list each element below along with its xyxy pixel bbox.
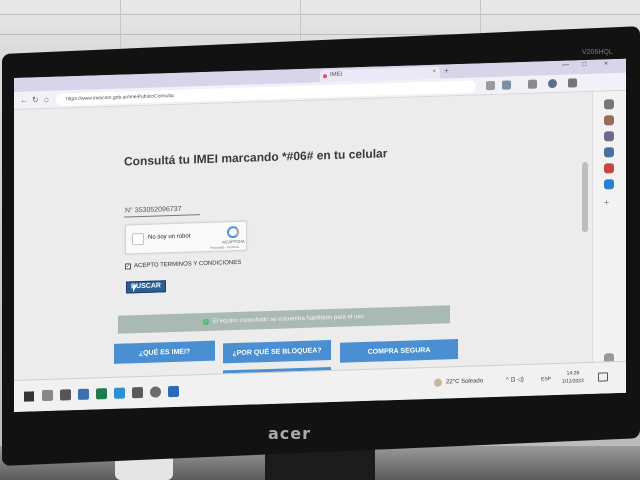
weather-sun-icon xyxy=(434,378,442,387)
language-indicator[interactable]: ESP xyxy=(541,376,551,382)
page-content: Consultá tu IMEI marcando *#06# en tu ce… xyxy=(14,91,592,391)
app-icon[interactable] xyxy=(150,386,161,398)
minimize-button[interactable]: — xyxy=(562,62,569,69)
search-icon[interactable] xyxy=(42,389,53,402)
edge-icon[interactable] xyxy=(114,387,125,399)
recaptcha-widget: No soy un robot reCAPTCHA Privacidad - T… xyxy=(125,220,247,255)
profile-icon[interactable] xyxy=(548,78,557,89)
check-circle-icon: ✓ xyxy=(202,318,209,326)
search-icon[interactable] xyxy=(604,99,614,110)
recaptcha-checkbox[interactable] xyxy=(132,232,144,246)
tab-title: IMEI xyxy=(330,71,343,79)
menu-icon[interactable] xyxy=(568,78,577,88)
monitor-model-label: V206HQL xyxy=(582,49,613,56)
close-window-button[interactable]: × xyxy=(604,60,608,67)
terms-label[interactable]: ACEPTO TERMINOS Y CONDICIONES xyxy=(134,260,241,269)
close-tab-icon[interactable]: × xyxy=(432,69,436,75)
monitor-screen: IMEI × + — □ × ← ↻ ⌂ https://www.imeicom… xyxy=(14,58,626,413)
weather-text: 22°C Soleado xyxy=(446,378,484,386)
terms-checkbox[interactable]: ✓ xyxy=(125,263,131,270)
weather-widget[interactable]: 22°C Soleado xyxy=(434,377,483,387)
app-icon[interactable] xyxy=(168,385,179,398)
shopping-icon[interactable] xyxy=(604,115,614,126)
safe-purchase-button[interactable]: COMPRA SEGURA xyxy=(340,339,458,363)
reader-icon[interactable] xyxy=(486,80,495,91)
back-icon[interactable]: ← xyxy=(20,96,28,105)
games-icon[interactable] xyxy=(604,147,614,158)
task-view-icon[interactable] xyxy=(60,389,71,401)
ceiling-grid-line xyxy=(0,14,640,15)
status-message-bar: ✓ El equipo consultado se encuentra habi… xyxy=(118,305,450,334)
what-is-imei-button[interactable]: ¿QUÉ ES IMEI? xyxy=(114,340,215,364)
page-title: Consultá tu IMEI marcando *#06# en tu ce… xyxy=(124,146,388,169)
clock[interactable]: 14:28 1/11/2022 xyxy=(562,369,584,386)
status-message: El equipo consultado se encuentra habili… xyxy=(212,313,366,325)
notification-icon[interactable] xyxy=(598,372,608,382)
imei-input[interactable] xyxy=(124,202,200,218)
terms-row: ✓ ACEPTO TERMINOS Y CONDICIONES xyxy=(125,260,241,270)
favicon-icon xyxy=(323,74,327,79)
tools-icon[interactable] xyxy=(604,131,614,142)
monitor-brand-logo: acer xyxy=(268,424,312,443)
home-icon[interactable]: ⌂ xyxy=(44,95,49,104)
clock-date: 1/11/2022 xyxy=(562,378,584,385)
maximize-button[interactable]: □ xyxy=(582,61,586,68)
favorites-icon[interactable] xyxy=(502,80,511,90)
browser-sidebar: + xyxy=(592,90,626,394)
search-button[interactable]: BUSCAR xyxy=(126,280,166,294)
recaptcha-label: No soy un robot xyxy=(148,233,191,241)
file-explorer-icon[interactable] xyxy=(78,388,89,400)
outlook-icon[interactable] xyxy=(604,179,614,190)
app-icon[interactable] xyxy=(96,388,107,400)
new-tab-button[interactable]: + xyxy=(444,66,449,75)
add-icon[interactable]: + xyxy=(604,197,614,207)
office-icon[interactable] xyxy=(604,163,614,174)
recaptcha-brand: reCAPTCHA xyxy=(222,238,245,245)
ceiling-grid-line xyxy=(120,0,121,50)
page-scrollbar[interactable] xyxy=(582,161,588,233)
recaptcha-logo-icon xyxy=(227,225,239,239)
system-tray-icons[interactable]: ^ ⊡ ◁) xyxy=(506,376,524,384)
refresh-icon[interactable]: ↻ xyxy=(32,95,39,104)
app-icon[interactable] xyxy=(132,386,143,399)
mouse-cursor-icon xyxy=(133,285,137,293)
collections-icon[interactable] xyxy=(528,79,537,89)
why-blocked-button[interactable]: ¿POR QUÉ SE BLOQUEA? xyxy=(223,340,331,364)
recaptcha-links[interactable]: Privacidad - Términos xyxy=(210,245,239,250)
start-icon[interactable] xyxy=(24,391,34,402)
